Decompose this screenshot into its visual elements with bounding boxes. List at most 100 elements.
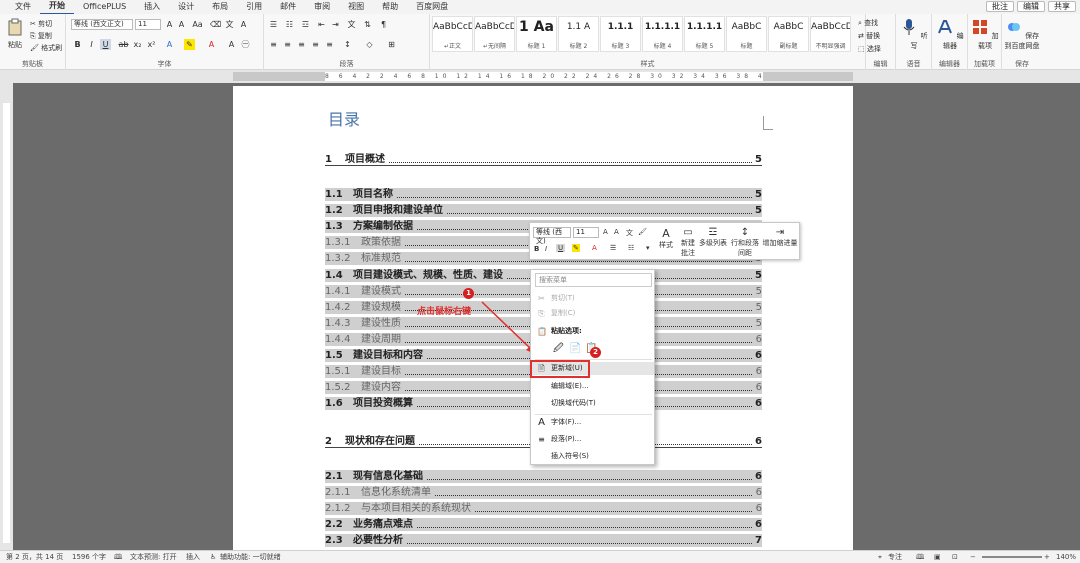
style-item-0[interactable]: AaBbCcDd ↵正文 [432, 16, 473, 52]
zoom-out-icon[interactable]: − [970, 551, 976, 563]
mini-painter-icon[interactable]: 🖌 [638, 228, 647, 236]
subscript-icon[interactable]: x₂ [132, 39, 143, 50]
mini-highlight-icon[interactable]: ✎ [572, 244, 580, 252]
grow-font-icon[interactable]: A [164, 19, 175, 30]
decrease-indent-icon[interactable]: ⇤ [316, 19, 327, 30]
style-item-7[interactable]: AaBbC 标题 [726, 16, 767, 52]
font-color-icon[interactable]: A [206, 39, 217, 50]
status-words[interactable]: 1596 个字 [72, 551, 106, 563]
underline-icon[interactable]: U [100, 39, 111, 50]
align-right-icon[interactable]: ≡ [296, 39, 307, 50]
zoom-in-icon[interactable]: + [1044, 551, 1050, 563]
print-layout-icon[interactable]: ▣ [934, 551, 941, 563]
tab-10[interactable]: 帮助 [373, 0, 407, 14]
mini-font-color-icon[interactable]: A [592, 244, 597, 252]
menu-toggle-field-codes[interactable]: 切换域代码(T) [531, 397, 654, 410]
font-name-select[interactable]: 等线 (西文正文) [71, 19, 133, 30]
tab-4[interactable]: 设计 [169, 0, 203, 14]
read-mode-icon[interactable]: 🕮 [916, 551, 924, 563]
clear-format-icon[interactable]: ⌫ [210, 19, 221, 30]
mini-numbering-icon[interactable]: ☷ [628, 244, 634, 252]
zoom-slider[interactable] [982, 556, 1042, 558]
menu-paragraph[interactable]: ≡ 段落(P)... [531, 433, 654, 446]
char-shading-icon[interactable]: A [226, 39, 237, 50]
find-button[interactable]: ⌕ 查找 [858, 18, 878, 28]
copy-button[interactable]: ⎘ 复制 [30, 31, 52, 41]
mini-font-select[interactable]: 等线 (西文) [533, 227, 571, 245]
menu-cut[interactable]: ✂ 剪切(T) [531, 292, 654, 305]
style-item-3[interactable]: 1.1 A 标题 2 [558, 16, 599, 52]
enclose-char-icon[interactable]: ㊀ [240, 39, 251, 50]
tab-2[interactable]: OfficePLUS [74, 0, 135, 14]
editor-button[interactable]: 编辑器 [935, 18, 965, 51]
change-case-icon[interactable]: Aa [192, 19, 203, 30]
web-layout-icon[interactable]: ⊡ [952, 551, 958, 563]
tab-9[interactable]: 视图 [339, 0, 373, 14]
tab-6[interactable]: 引用 [237, 0, 271, 14]
tab-3[interactable]: 插入 [135, 0, 169, 14]
comment-button[interactable]: 批注 [986, 1, 1014, 12]
italic-icon[interactable]: I [86, 39, 97, 50]
status-predict[interactable]: 文本预测: 打开 [130, 551, 177, 563]
mini-italic-icon[interactable]: I [545, 245, 547, 253]
status-zoom[interactable]: 140% [1056, 551, 1076, 563]
mini-underline-icon[interactable]: U [556, 244, 566, 252]
toc-row[interactable]: 1.2 项目申报和建设单位 5 [325, 204, 762, 217]
bold-icon[interactable]: B [72, 39, 83, 50]
char-border-icon[interactable]: A [238, 19, 249, 30]
vertical-ruler[interactable] [0, 83, 13, 550]
status-insert[interactable]: 插入 [186, 551, 200, 563]
select-button[interactable]: ⬚ 选择 [858, 44, 881, 54]
tab-5[interactable]: 布局 [203, 0, 237, 14]
status-focus[interactable]: 专注 [888, 551, 902, 563]
increase-indent-icon[interactable]: ⇥ [330, 19, 341, 30]
menu-edit-field[interactable]: 编辑域(E)... [531, 380, 654, 393]
tab-11[interactable]: 百度网盘 [407, 0, 457, 14]
borders-icon[interactable]: ⊞ [386, 39, 397, 50]
toc-row[interactable]: 2.1.2 与本项目相关的系统现状 6 [325, 502, 762, 515]
cut-button[interactable]: ✂ 剪切 [30, 19, 52, 29]
justify-icon[interactable]: ≡ [310, 39, 321, 50]
align-left-icon[interactable]: ≡ [268, 39, 279, 50]
addins-button[interactable]: 加载项 [971, 18, 999, 51]
tab-0[interactable]: 文件 [6, 0, 40, 14]
shading-icon[interactable]: ◇ [364, 39, 375, 50]
paste-merge-icon[interactable]: 📄 [569, 342, 581, 355]
distribute-icon[interactable]: ≡ [324, 39, 335, 50]
style-item-2[interactable]: 1 Aa 标题 1 [516, 16, 557, 52]
style-item-6[interactable]: 1.1.1.1 标题 5 [684, 16, 725, 52]
chinese-layout-icon[interactable]: 文 [346, 19, 357, 30]
save-baidu-button[interactable]: 保存到百度网盘 [1004, 18, 1040, 51]
tab-8[interactable]: 审阅 [305, 0, 339, 14]
style-item-1[interactable]: AaBbCcDd ↵无间隔 [474, 16, 515, 52]
style-item-5[interactable]: 1.1.1.1 标题 4 [642, 16, 683, 52]
sort-icon[interactable]: ⇅ [362, 19, 373, 30]
mini-new-comment-button[interactable]: ▭ 新建批注 [679, 227, 697, 258]
style-item-4[interactable]: 1.1.1 标题 3 [600, 16, 641, 52]
paste-button[interactable]: 粘贴 [3, 18, 27, 50]
dictate-button[interactable]: 听写 [900, 18, 928, 51]
toc-row[interactable]: 2.1 现有信息化基础 6 [325, 470, 762, 483]
shrink-font-icon[interactable]: A [176, 19, 187, 30]
strikethrough-icon[interactable]: ab [118, 39, 129, 50]
toc-row[interactable]: 1 项目概述 5 [325, 153, 762, 166]
superscript-icon[interactable]: x² [146, 39, 157, 50]
mini-multilevel-button[interactable]: ☲ 多级列表 [698, 227, 728, 248]
status-page[interactable]: 第 2 页，共 14 页 [6, 551, 63, 563]
mini-dropdown-icon[interactable]: ▾ [646, 244, 650, 252]
tab-1[interactable]: 开始 [40, 0, 74, 15]
edit-mode-button[interactable]: 编辑 [1017, 1, 1045, 12]
font-size-select[interactable]: 11 [135, 19, 161, 30]
toc-row[interactable]: 2.3 必要性分析 7 [325, 534, 762, 547]
mini-shrink-font-icon[interactable]: A [614, 228, 619, 236]
menu-search-input[interactable]: 搜索菜单 [535, 273, 652, 287]
mini-grow-font-icon[interactable]: A [603, 228, 608, 236]
numbering-icon[interactable]: ☷ [284, 19, 295, 30]
multilevel-list-icon[interactable]: ☲ [300, 19, 311, 30]
bullets-icon[interactable]: ☰ [268, 19, 279, 30]
align-center-icon[interactable]: ≡ [282, 39, 293, 50]
toc-row[interactable]: 2.1.1 信息化系统清单 6 [325, 486, 762, 499]
mini-styles-button[interactable]: A 样式 [657, 227, 675, 250]
menu-insert-symbol[interactable]: 插入符号(S) [531, 450, 654, 463]
mini-indent-button[interactable]: ⇥ 增加缩进量 [762, 227, 798, 248]
